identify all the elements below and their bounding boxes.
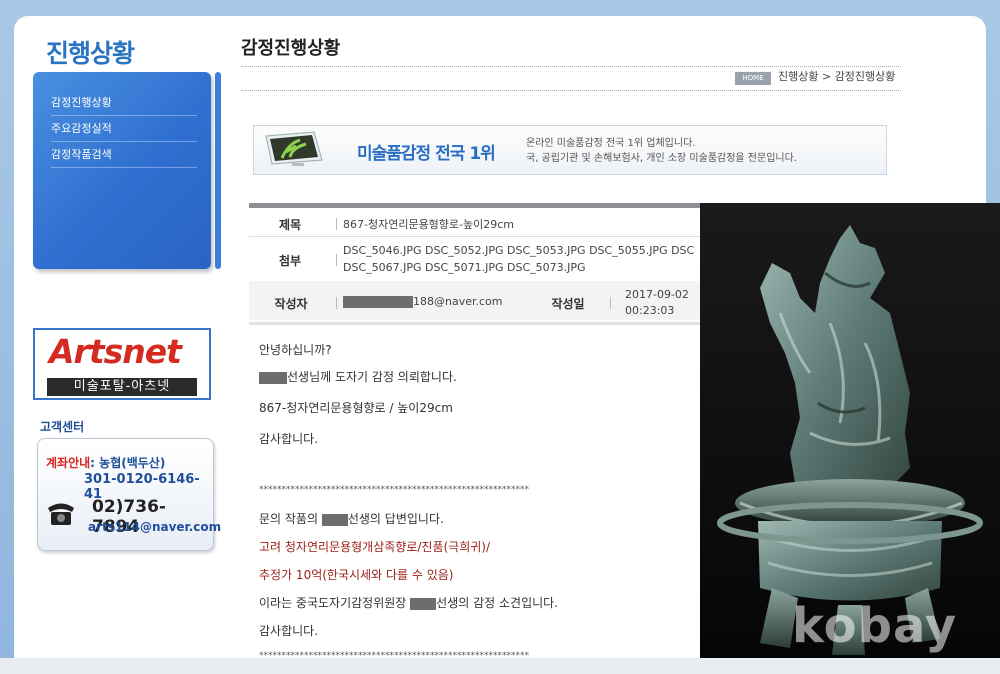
opinion-text-b: 선생의 감정 소견입니다. xyxy=(436,596,559,610)
redacted-name xyxy=(259,371,287,384)
sidebar-menu: 감정진행상황 주요감정실적 감정작품검색 xyxy=(33,72,211,269)
sidebar-item-search[interactable]: 감정작품검색 xyxy=(51,142,197,168)
content-greeting: 안녕하십니까? xyxy=(259,343,332,357)
contact-email[interactable]: arts114@naver.com xyxy=(88,520,221,534)
bottom-bar xyxy=(0,658,1000,674)
redacted-name xyxy=(410,597,437,610)
promo-banner[interactable]: 미술품감정 전국 1위 온라인 미술품감정 전국 1위 업체입니다. 국, 공립… xyxy=(253,125,887,175)
home-badge[interactable]: HOME xyxy=(735,72,771,85)
date-label: 작성일 xyxy=(551,297,585,311)
banner-title: 미술품감정 전국 1위 xyxy=(357,144,496,164)
attach-label: 첨부 xyxy=(278,254,302,268)
separator xyxy=(336,254,337,266)
banner-description: 온라인 미술품감정 전국 1위 업체입니다. 국, 공립기관 및 손해보험사, … xyxy=(526,136,797,166)
attachment-list-line1[interactable]: DSC_5046.JPG DSC_5052.JPG DSC_5053.JPG D… xyxy=(343,244,694,257)
sidebar-item-records[interactable]: 주요감정실적 xyxy=(51,116,197,142)
sidebar-title: 진행상황 xyxy=(46,39,135,68)
breadcrumb: 진행상황 > 감정진행상황 xyxy=(778,70,896,83)
content-item: 867-청자연리문용형향로 / 높이29cm xyxy=(259,401,453,415)
banner-desc-line2: 국, 공립기관 및 손해보험사, 개인 소장 미술품감정을 전문입니다. xyxy=(526,153,797,164)
redacted-name xyxy=(321,513,348,526)
author-value: 188@naver.com xyxy=(343,295,503,308)
content-estimate: 추정가 10억(한국시세와 다를 수 있음) xyxy=(259,568,454,582)
content-thanks-2: 감사합니다. xyxy=(259,624,319,638)
table-top-rule xyxy=(249,203,700,208)
separator xyxy=(610,297,611,309)
telephone-icon xyxy=(48,503,74,525)
redacted-name xyxy=(343,296,413,308)
reply-text-a: 문의 작품의 xyxy=(259,512,322,526)
content-request: 선생님께 도자기 감정 의뢰합니다. xyxy=(259,368,457,385)
author-email: 188@naver.com xyxy=(413,295,503,308)
monitor-plant-icon xyxy=(265,131,323,166)
reply-text-b: 선생의 답변입니다. xyxy=(347,512,444,526)
content-divider-stars: ****************************************… xyxy=(259,485,529,495)
bank-name: : 농협(백두산) xyxy=(90,456,166,470)
content-reply: 문의 작품의 선생의 답변입니다. xyxy=(259,510,444,527)
author-label: 작성자 xyxy=(274,297,308,311)
sidebar-item-progress[interactable]: 감정진행상황 xyxy=(51,90,197,116)
post-time: 00:23:03 xyxy=(625,304,675,317)
subject-value: 867-청자연리문용형향로-높이29cm xyxy=(343,218,515,231)
sidebar-menu-edge xyxy=(215,72,221,269)
separator xyxy=(336,297,337,309)
page-title: 감정진행상황 xyxy=(241,38,341,59)
row-divider xyxy=(249,236,700,237)
photo-watermark: kobay xyxy=(792,598,958,654)
content-verdict: 고려 청자연리문용형개삼족향로/진품(극희귀)/ xyxy=(259,540,491,554)
customer-center-title: 고객센터 xyxy=(40,420,85,434)
banner-desc-line1: 온라인 미술품감정 전국 1위 업체입니다. xyxy=(526,138,696,149)
divider xyxy=(241,66,901,67)
bank-label: 계좌안내 xyxy=(46,456,91,470)
subject-label: 제목 xyxy=(278,218,302,232)
artsnet-banner[interactable]: Artsnet 미술포탈-아츠넷 xyxy=(33,328,211,400)
separator xyxy=(336,218,337,230)
attachment-list-line2[interactable]: DSC_5067.JPG DSC_5071.JPG DSC_5073.JPG xyxy=(343,261,586,274)
content-thanks: 감사합니다. xyxy=(259,432,319,446)
content-request-text: 선생님께 도자기 감정 의뢰합니다. xyxy=(287,370,457,384)
divider xyxy=(241,90,901,91)
content-opinion: 이라는 중국도자기감정위원장 선생의 감정 소견입니다. xyxy=(259,594,558,611)
opinion-text-a: 이라는 중국도자기감정위원장 xyxy=(259,596,411,610)
artsnet-subtitle: 미술포탈-아츠넷 xyxy=(47,378,197,396)
row-divider xyxy=(249,322,700,325)
artsnet-logo: Artsnet xyxy=(49,332,182,371)
post-date: 2017-09-02 xyxy=(625,288,689,301)
bank-info: 계좌안내: 농협(백두산) xyxy=(46,454,165,471)
customer-center-box: 계좌안내: 농협(백두산) 301-0120-6146-41 02)736-78… xyxy=(37,438,221,551)
